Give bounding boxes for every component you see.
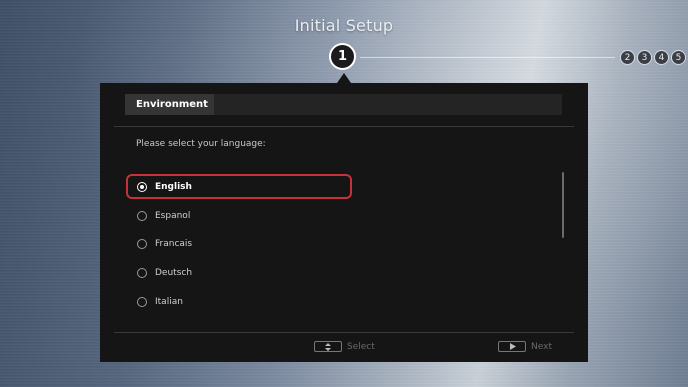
step-indicator: 2 — [620, 50, 635, 65]
step-indicator: 5 — [671, 50, 686, 65]
step-indicator: 3 — [637, 50, 652, 65]
step-progress-line — [360, 57, 615, 58]
language-list: English Espanol Francais Deutsch Italian — [125, 173, 355, 316]
radio-button[interactable] — [137, 210, 147, 221]
step-indicator: 4 — [654, 50, 669, 65]
next-label: Next — [531, 341, 552, 352]
language-option-english[interactable]: English — [125, 173, 355, 202]
page-title: Initial Setup — [294, 16, 394, 35]
language-label: Italian — [155, 296, 183, 307]
language-label: Francais — [155, 239, 193, 250]
step-pointer — [337, 73, 351, 83]
divider-top — [114, 126, 574, 127]
language-option-francais[interactable]: Francais — [125, 230, 355, 259]
tab-environment[interactable]: Environment — [125, 94, 214, 115]
language-label: English — [155, 182, 192, 193]
language-prompt: Please select your language: — [136, 139, 266, 149]
step-indicator-current: 1 — [329, 43, 356, 70]
language-option-italian[interactable]: Italian — [125, 287, 355, 316]
radio-button[interactable] — [137, 296, 147, 307]
upcoming-steps: 2 3 4 5 — [620, 50, 686, 65]
language-option-deutsch[interactable]: Deutsch — [125, 259, 355, 288]
language-option-espanol[interactable]: Espanol — [125, 202, 355, 231]
scrollbar[interactable] — [562, 172, 564, 238]
play-arrow-icon — [498, 341, 526, 352]
language-label: Deutsch — [155, 268, 193, 279]
tab-bar: Environment — [125, 94, 562, 115]
up-down-arrows-icon — [314, 341, 342, 352]
radio-button[interactable] — [137, 239, 147, 250]
select-hint-label: Select — [347, 341, 375, 352]
setup-panel: Environment Please select your language:… — [100, 83, 588, 362]
radio-dot — [140, 185, 144, 190]
radio-button[interactable] — [137, 268, 147, 279]
select-hint: Select — [314, 341, 375, 352]
language-label: Espanol — [155, 210, 191, 221]
next-button[interactable]: Next — [498, 341, 552, 352]
divider-bottom — [114, 332, 574, 333]
